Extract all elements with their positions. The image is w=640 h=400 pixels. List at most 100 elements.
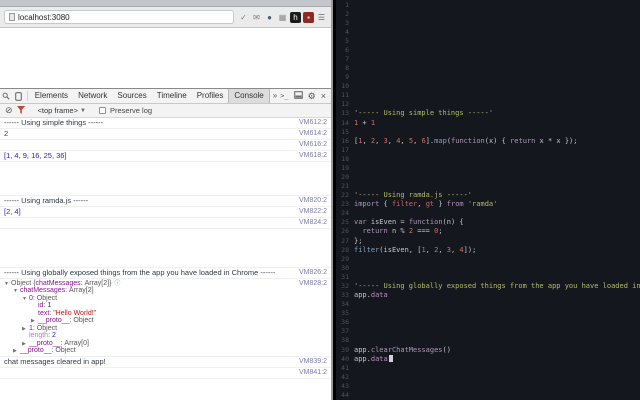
code-line: 13 '----- Using simple things -----': [336, 109, 640, 118]
mail-extension-icon[interactable]: ✉: [251, 12, 262, 23]
code-text: app.data: [354, 354, 640, 363]
console-source-link[interactable]: VM828:2: [299, 280, 327, 288]
line-number: 14: [341, 118, 349, 127]
code-line: 38: [336, 336, 640, 345]
info-icon[interactable]: ⓘ: [114, 280, 120, 288]
close-devtools-icon[interactable]: ×: [321, 91, 326, 101]
console-source-link[interactable]: VM618:2: [299, 152, 327, 160]
code-line: 11: [336, 91, 640, 100]
inspect-element-icon[interactable]: [0, 89, 12, 103]
code-line: 39 app.clearChatMessages(): [336, 345, 640, 354]
check-extension-icon[interactable]: ✓: [238, 12, 249, 23]
code-line: 9: [336, 73, 640, 82]
tab-network[interactable]: Network: [73, 89, 112, 103]
line-number: 35: [341, 309, 349, 318]
code-text: filter(isEven, [1, 2, 3, 4]);: [354, 245, 477, 254]
devtools-panel: Elements Network Sources Timeline Profiles Co…: [0, 88, 331, 400]
code-text: '----- Using simple things -----': [354, 109, 494, 118]
line-number: 39: [341, 345, 349, 354]
code-line: 29: [336, 254, 640, 263]
page-content: [0, 28, 331, 88]
code-line: 10: [336, 82, 640, 91]
browser-tab-strip[interactable]: [0, 0, 331, 7]
tab-timeline[interactable]: Timeline: [152, 89, 192, 103]
h-extension-icon[interactable]: h: [290, 11, 301, 23]
line-number: 22: [341, 191, 349, 200]
line-number: 44: [341, 390, 349, 399]
console-message: [1, 4, 9, 16, 25, 36]: [4, 151, 67, 160]
devtools-tabs: Elements Network Sources Timeline Profiles Co…: [30, 89, 270, 103]
code-line: 12: [336, 100, 640, 109]
browser-window: localhost:3080 ✓ ✉ ● ▦ h ▪ ☰ Elements Network So…: [0, 0, 333, 400]
tab-elements[interactable]: Elements: [30, 89, 73, 103]
tab-sources[interactable]: Sources: [112, 89, 151, 103]
preserve-log-checkbox[interactable]: [98, 107, 106, 114]
line-number: 7: [345, 55, 349, 63]
console-source-link[interactable]: VM839:2: [299, 358, 327, 366]
grid-extension-icon[interactable]: ▦: [277, 12, 288, 23]
code-line: 4: [336, 27, 640, 36]
settings-gear-icon[interactable]: ⚙: [308, 91, 316, 102]
line-number: 32: [341, 281, 349, 290]
frame-context-selector[interactable]: <top frame> ▼: [38, 106, 86, 115]
code-line: 26 return n % 2 === 0;: [336, 227, 640, 236]
line-number: 6: [345, 45, 349, 54]
code-editor[interactable]: 1 2 3 4 5 6 7 8 9 10 11 12 13 '----- Using simple thi…: [336, 0, 640, 400]
code-line: 16 [1, 2, 3, 4, 5, 6].map(function(x) { r…: [336, 136, 640, 145]
chevron-down-icon: ▼: [80, 107, 86, 114]
console-source-link[interactable]: VM616:2: [299, 141, 327, 149]
menu-icon[interactable]: ☰: [316, 12, 327, 23]
devtools-toolbar: Elements Network Sources Timeline Profiles Co…: [0, 89, 331, 104]
console-blank-entry: [0, 162, 331, 196]
code-text: var isEven = function(n) {: [354, 218, 464, 227]
tree-text: }: [109, 279, 112, 287]
line-number: 33: [341, 291, 349, 300]
console-entry: ------ Using globally exposed things fro…: [0, 268, 331, 279]
console-output[interactable]: ------ Using simple things ------ VM612:2…: [0, 118, 331, 400]
console-source-link[interactable]: VM841:2: [299, 369, 327, 377]
collapse-arrow-icon[interactable]: ▼: [13, 287, 20, 295]
clear-console-icon[interactable]: ⊘: [5, 105, 13, 116]
code-line: 31: [336, 272, 640, 281]
page-favicon-icon: [9, 13, 15, 21]
console-source-link[interactable]: VM614:2: [299, 130, 327, 138]
line-number: 38: [341, 336, 349, 345]
tabs-overflow-chevron[interactable]: »: [270, 89, 280, 103]
line-number: 21: [341, 182, 349, 191]
device-mode-icon[interactable]: [12, 89, 24, 103]
console-source-link[interactable]: VM824:2: [299, 219, 327, 227]
dock-side-icon[interactable]: [293, 91, 303, 101]
code-line: 1: [336, 0, 640, 9]
console-source-link[interactable]: VM826:2: [299, 269, 327, 277]
console-message: ------ Using ramda.js ------: [4, 196, 89, 205]
tab-profiles[interactable]: Profiles: [192, 89, 229, 103]
line-number: 5: [345, 36, 349, 45]
code-line: 3: [336, 18, 640, 27]
frame-context-label: <top frame>: [37, 106, 78, 115]
line-number: 23: [341, 200, 349, 209]
collapse-arrow-icon[interactable]: ▼: [22, 295, 29, 303]
red-square-extension-icon[interactable]: ▪: [303, 11, 314, 23]
console-source-link[interactable]: VM822:2: [299, 208, 327, 216]
filter-icon[interactable]: [16, 105, 25, 116]
console-drawer-icon[interactable]: >_: [280, 92, 288, 100]
toolbar-divider: [26, 91, 28, 101]
console-source-link[interactable]: VM612:2: [299, 119, 327, 127]
code-text: '----- Using ramda.js -----': [354, 191, 473, 200]
address-bar[interactable]: localhost:3080: [4, 10, 234, 24]
circle-extension-icon[interactable]: ●: [264, 12, 275, 23]
line-number: 16: [341, 136, 349, 145]
text-cursor: [388, 354, 393, 362]
expand-arrow-icon[interactable]: ▶: [22, 325, 29, 333]
expand-arrow-icon[interactable]: ▶: [13, 347, 20, 355]
code-text: return n % 2 === 0;: [362, 227, 443, 236]
console-entry: ------ Using ramda.js ------ VM820:2: [0, 196, 331, 207]
code-line: 41: [336, 363, 640, 372]
collapse-arrow-icon[interactable]: ▼: [4, 280, 11, 288]
console-source-link[interactable]: VM820:2: [299, 197, 327, 205]
code-line: 34: [336, 300, 640, 309]
tab-console[interactable]: Console: [228, 89, 270, 103]
line-number: 42: [341, 372, 349, 381]
line-number: 24: [341, 209, 349, 218]
code-text: app.clearChatMessages(): [354, 345, 451, 354]
